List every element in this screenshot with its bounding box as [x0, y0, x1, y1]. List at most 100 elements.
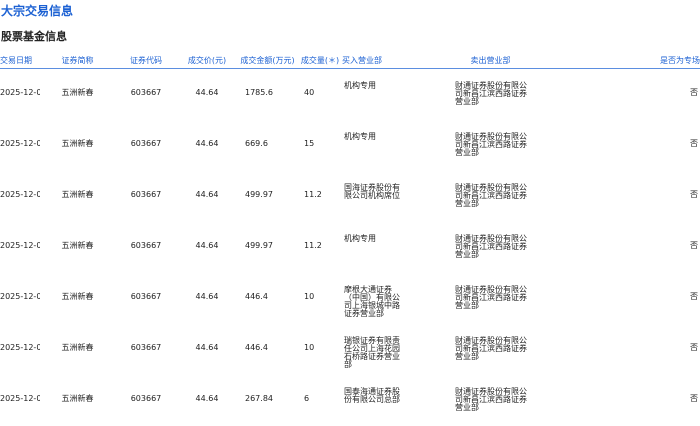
cell-buyer-branch: 摩根大通证券（中国）有限公司上海银城中路证券营业部	[342, 273, 453, 324]
header-security-name[interactable]: 证券简称	[40, 52, 115, 69]
header-price[interactable]: 成交价(元)	[177, 52, 237, 69]
table-row: 2025-12-08五洲新春60366744.64446.410摩根大通证券（中…	[0, 273, 700, 324]
cell-security-name: 五洲新春	[40, 324, 115, 375]
cell-amount: 1785.6	[237, 69, 298, 121]
block-trade-table: 交易日期 证券简称 证券代码 成交价(元) 成交金额(万元) 成交量(＊) 买入…	[0, 52, 700, 426]
cell-trade-date: 2025-12-08	[0, 375, 40, 426]
cell-special-session-text: 否	[528, 375, 700, 403]
cell-special-session: 否	[528, 273, 700, 324]
cell-seller-branch: 财通证券股份有限公司新昌江滨西路证券营业部	[453, 324, 528, 375]
cell-amount-text: 446.4	[237, 273, 298, 301]
cell-buyer-branch-text: 机构专用	[342, 222, 404, 243]
cell-security-code: 603667	[115, 324, 177, 375]
header-security-code[interactable]: 证券代码	[115, 52, 177, 69]
cell-buyer-branch: 国泰海通证券股份有限公司总部	[342, 375, 453, 426]
cell-price: 44.64	[177, 375, 237, 426]
cell-security-code-text: 603667	[115, 273, 177, 301]
cell-security-code: 603667	[115, 222, 177, 273]
cell-security-name: 五洲新春	[40, 375, 115, 426]
cell-volume: 6	[298, 375, 342, 426]
cell-amount: 446.4	[237, 273, 298, 324]
cell-special-session: 否	[528, 171, 700, 222]
header-seller-branch[interactable]: 卖出营业部	[453, 52, 528, 69]
cell-security-code-text: 603667	[115, 69, 177, 97]
cell-seller-branch-text: 财通证券股份有限公司新昌江滨西路证券营业部	[453, 69, 527, 106]
header-volume[interactable]: 成交量(＊)	[298, 52, 342, 69]
cell-security-name-text: 五洲新春	[40, 222, 115, 250]
cell-volume: 15	[298, 120, 342, 171]
cell-seller-branch: 财通证券股份有限公司新昌江滨西路证券营业部	[453, 375, 528, 426]
cell-volume-text: 11.2	[298, 171, 342, 199]
cell-amount-text: 499.97	[237, 222, 298, 250]
cell-special-session-text: 否	[528, 69, 700, 97]
cell-trade-date-text: 2025-12-08	[0, 324, 40, 352]
cell-security-code-text: 603667	[115, 120, 177, 148]
cell-security-name: 五洲新春	[40, 171, 115, 222]
cell-price: 44.64	[177, 171, 237, 222]
cell-buyer-branch-text: 国泰海通证券股份有限公司总部	[342, 375, 404, 404]
cell-security-code-text: 603667	[115, 375, 177, 403]
cell-volume: 10	[298, 273, 342, 324]
cell-special-session: 否	[528, 375, 700, 426]
cell-buyer-branch-text: 机构专用	[342, 120, 404, 141]
table-row: 2025-12-08五洲新春60366744.64267.846国泰海通证券股份…	[0, 375, 700, 426]
cell-buyer-branch-text: 瑞银证券有限责任公司上海花园石桥路证券营业部	[342, 324, 404, 369]
cell-price: 44.64	[177, 273, 237, 324]
cell-amount: 446.4	[237, 324, 298, 375]
cell-security-code: 603667	[115, 171, 177, 222]
header-amount[interactable]: 成交金额(万元)	[237, 52, 298, 69]
cell-security-name: 五洲新春	[40, 69, 115, 121]
cell-amount: 499.97	[237, 222, 298, 273]
cell-trade-date: 2025-12-08	[0, 171, 40, 222]
cell-price: 44.64	[177, 69, 237, 121]
cell-price-text: 44.64	[177, 120, 237, 148]
cell-security-code: 603667	[115, 120, 177, 171]
cell-price-text: 44.64	[177, 171, 237, 199]
cell-amount-text: 446.4	[237, 324, 298, 352]
cell-buyer-branch: 瑞银证券有限责任公司上海花园石桥路证券营业部	[342, 324, 453, 375]
header-buyer-branch[interactable]: 买入营业部	[342, 52, 453, 69]
cell-volume: 11.2	[298, 171, 342, 222]
header-special-session[interactable]: 是否为专场	[528, 52, 700, 69]
cell-volume-text: 10	[298, 273, 342, 301]
cell-special-session-text: 否	[528, 120, 700, 148]
table-row: 2025-12-08五洲新春60366744.64669.615机构专用财通证券…	[0, 120, 700, 171]
cell-security-code: 603667	[115, 375, 177, 426]
cell-buyer-branch: 国海证券股份有限公司机构席位	[342, 171, 453, 222]
cell-amount-text: 1785.6	[237, 69, 298, 97]
cell-seller-branch-text: 财通证券股份有限公司新昌江滨西路证券营业部	[453, 375, 527, 412]
cell-trade-date: 2025-12-08	[0, 69, 40, 121]
cell-special-session: 否	[528, 324, 700, 375]
cell-buyer-branch: 机构专用	[342, 120, 453, 171]
table-row: 2025-12-08五洲新春60366744.64446.410瑞银证券有限责任…	[0, 324, 700, 375]
cell-trade-date: 2025-12-08	[0, 273, 40, 324]
cell-amount: 267.84	[237, 375, 298, 426]
cell-special-session-text: 否	[528, 171, 700, 199]
cell-price: 44.64	[177, 324, 237, 375]
cell-volume: 40	[298, 69, 342, 121]
cell-security-code-text: 603667	[115, 222, 177, 250]
table-row: 2025-12-08五洲新春60366744.64499.9711.2国海证券股…	[0, 171, 700, 222]
cell-security-code-text: 603667	[115, 171, 177, 199]
cell-security-name-text: 五洲新春	[40, 171, 115, 199]
cell-security-name: 五洲新春	[40, 222, 115, 273]
cell-special-session: 否	[528, 120, 700, 171]
cell-seller-branch-text: 财通证券股份有限公司新昌江滨西路证券营业部	[453, 273, 527, 310]
cell-seller-branch: 财通证券股份有限公司新昌江滨西路证券营业部	[453, 171, 528, 222]
cell-price-text: 44.64	[177, 375, 237, 403]
cell-trade-date: 2025-12-08	[0, 222, 40, 273]
cell-security-name-text: 五洲新春	[40, 324, 115, 352]
section-title: 股票基金信息	[1, 28, 67, 44]
cell-volume: 10	[298, 324, 342, 375]
cell-price: 44.64	[177, 222, 237, 273]
cell-price: 44.64	[177, 120, 237, 171]
cell-trade-date-text: 2025-12-08	[0, 273, 40, 301]
cell-volume-text: 6	[298, 375, 342, 403]
cell-trade-date-text: 2025-12-08	[0, 171, 40, 199]
header-trade-date[interactable]: 交易日期	[0, 52, 40, 69]
cell-volume-text: 10	[298, 324, 342, 352]
page-title: 大宗交易信息	[1, 2, 73, 19]
table-header-row: 交易日期 证券简称 证券代码 成交价(元) 成交金额(万元) 成交量(＊) 买入…	[0, 52, 700, 69]
cell-amount: 669.6	[237, 120, 298, 171]
cell-security-name-text: 五洲新春	[40, 375, 115, 403]
